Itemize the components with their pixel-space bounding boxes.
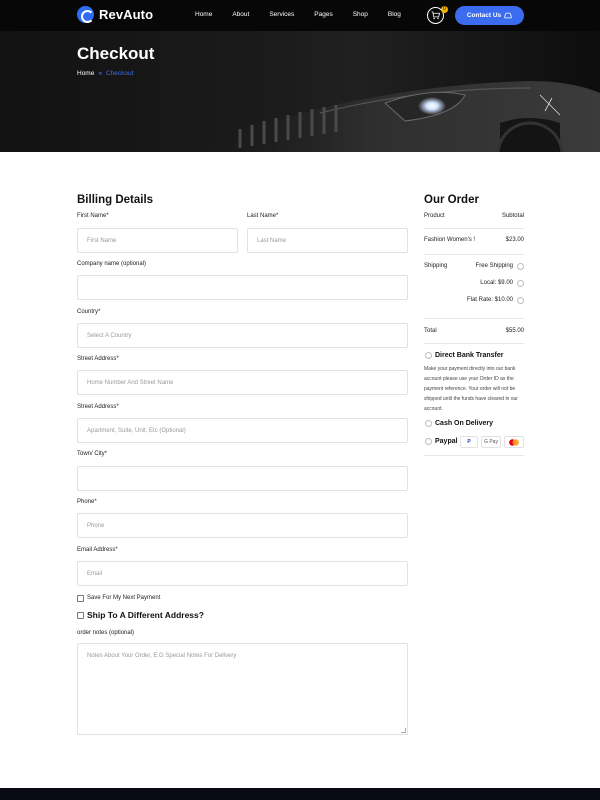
breadcrumb-home-link[interactable]: Home xyxy=(77,70,94,77)
company-label: Company name (optional) xyxy=(77,261,147,267)
resize-handle-icon[interactable] xyxy=(401,728,406,733)
email-label: Email Address* xyxy=(77,547,118,553)
street-address-label-2: Street Address* xyxy=(77,404,119,410)
gpay-icon: G Pay xyxy=(481,436,501,448)
paypal-badge-text: P xyxy=(467,439,471,445)
order-title: Our Order xyxy=(424,194,479,206)
shipping-option-free-label: Free Shipping xyxy=(475,263,513,269)
last-name-placeholder: Last Name xyxy=(257,237,287,244)
shipping-label: Shipping xyxy=(424,263,448,269)
shipping-option-flat-radio[interactable] xyxy=(517,297,524,304)
payment-bank-description: Make your payment directly into our bank… xyxy=(424,366,518,412)
payment-cod-radio[interactable] xyxy=(425,420,432,427)
order-divider xyxy=(424,455,524,456)
breadcrumb-current: Checkout xyxy=(105,70,134,77)
order-notes-placeholder: Notes About Your Order, E.G Special Note… xyxy=(87,653,237,659)
main-nav: Home About Services Pages Shop Blog xyxy=(195,11,421,18)
car-icon xyxy=(504,12,512,19)
nav-item-home[interactable]: Home xyxy=(195,11,212,18)
shipping-option-free-radio[interactable] xyxy=(517,263,524,270)
order-notes-label: order notes (optional) xyxy=(77,630,135,636)
total-label: Total xyxy=(424,328,437,334)
town-city-label: Town/ City* xyxy=(77,451,108,457)
nav-item-shop[interactable]: Shop xyxy=(353,11,368,18)
order-item-price: $23.00 xyxy=(505,237,524,243)
payment-paypal-radio[interactable] xyxy=(425,438,432,445)
breadcrumb-separator-icon: » xyxy=(98,70,102,77)
cart-icon xyxy=(431,11,441,20)
total-value: $55.00 xyxy=(505,328,524,334)
payment-bank-label: Direct Bank Transfer xyxy=(435,352,504,359)
order-col-subtotal: Subtotal xyxy=(501,213,524,219)
phone-label: Phone* xyxy=(77,499,97,505)
contact-us-button[interactable]: Contact Us xyxy=(455,6,524,25)
paypal-icon: P xyxy=(460,436,478,448)
country-select-value: Select A Country xyxy=(87,332,132,339)
order-notes-textarea[interactable]: Notes About Your Order, E.G Special Note… xyxy=(77,643,408,735)
ship-different-checkbox[interactable] xyxy=(77,612,84,619)
shipping-option-local-radio[interactable] xyxy=(517,280,524,287)
mastercard-icon xyxy=(504,436,524,448)
breadcrumb: Home » Checkout xyxy=(77,70,133,77)
street-address-label-1: Street Address* xyxy=(77,356,119,362)
footer xyxy=(0,788,600,800)
save-payment-checkbox[interactable] xyxy=(77,595,84,602)
town-city-field[interactable] xyxy=(77,466,408,491)
payment-bank-radio[interactable] xyxy=(425,352,432,359)
nav-item-blog[interactable]: Blog xyxy=(388,11,401,18)
payment-cod-label: Cash On Delivery xyxy=(435,420,493,427)
nav-item-pages[interactable]: Pages xyxy=(314,11,332,18)
mastercard-logo-icon xyxy=(509,438,519,446)
order-divider xyxy=(424,318,524,319)
last-name-field[interactable]: Last Name xyxy=(247,228,408,253)
page-title: Checkout xyxy=(77,44,155,63)
nav-item-services[interactable]: Services xyxy=(269,11,294,18)
street-address-placeholder-2: Apartment, Suite, Unit, Etc (Optional) xyxy=(87,427,186,434)
country-label: Country* xyxy=(77,309,101,315)
logo[interactable]: RevAuto xyxy=(77,6,153,23)
order-divider xyxy=(424,254,524,255)
email-placeholder: Email xyxy=(87,570,103,577)
phone-field[interactable]: Phone xyxy=(77,513,408,538)
shipping-option-flat-label: Flat Rate: $10.00 xyxy=(466,297,513,303)
billing-title: Billing Details xyxy=(77,194,154,206)
order-divider xyxy=(424,343,524,344)
save-payment-label: Save For My Next Payment xyxy=(87,595,161,601)
logo-icon xyxy=(77,6,94,23)
gpay-badge-text: G Pay xyxy=(484,439,498,445)
car-hero-image xyxy=(202,81,600,152)
street-address-field-2[interactable]: Apartment, Suite, Unit, Etc (Optional) xyxy=(77,418,408,443)
order-col-product: Product xyxy=(424,213,445,219)
country-select[interactable]: Select A Country xyxy=(77,323,408,348)
last-name-label: Last Name* xyxy=(247,213,279,219)
logo-text: RevAuto xyxy=(99,7,154,22)
ship-different-label: Ship To A Different Address? xyxy=(87,610,204,620)
street-address-field-1[interactable]: Home Number And Street Name xyxy=(77,370,408,395)
nav-item-about[interactable]: About xyxy=(232,11,249,18)
street-address-placeholder-1: Home Number And Street Name xyxy=(87,379,174,386)
email-field[interactable]: Email xyxy=(77,561,408,586)
contact-us-label: Contact Us xyxy=(466,12,502,19)
first-name-label: First Name* xyxy=(77,213,109,219)
company-field[interactable] xyxy=(77,275,408,300)
payment-paypal-label: Paypal xyxy=(435,438,458,445)
first-name-placeholder: First Name xyxy=(87,237,117,244)
order-divider xyxy=(424,228,524,229)
shipping-option-local-label: Local: $9.00 xyxy=(480,280,513,286)
first-name-field[interactable]: First Name xyxy=(77,228,238,253)
cart-count-badge: 0 xyxy=(441,6,448,13)
phone-placeholder: Phone xyxy=(87,522,105,529)
